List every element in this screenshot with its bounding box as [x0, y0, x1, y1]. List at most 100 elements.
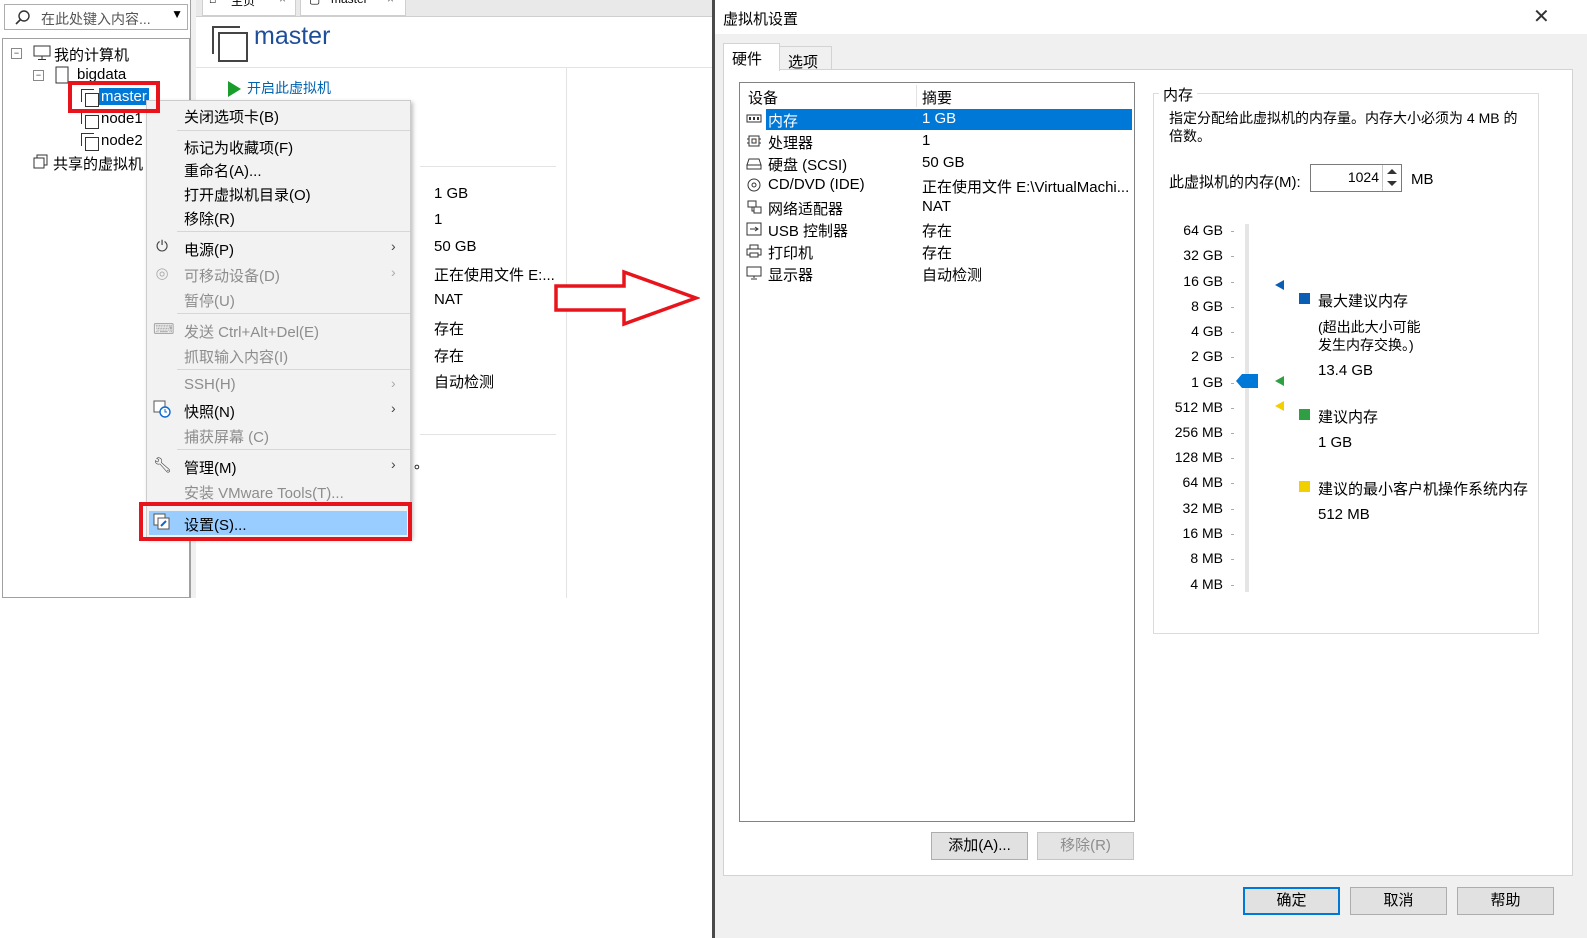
vm-settings-dialog: 虚拟机设置 ✕ 选项 硬件 设备 摘要 内存 1 GB 处理器 1 硬盘 (SC…	[712, 0, 1587, 938]
cancel-button[interactable]: 取消	[1350, 887, 1447, 915]
menu-separator	[177, 449, 410, 450]
column-header-summary[interactable]: 摘要	[922, 87, 952, 108]
menu-item-ssh[interactable]: SSH(H)	[184, 376, 236, 393]
device-summary-value: 存在	[434, 348, 465, 365]
device-name: 处理器	[768, 135, 814, 152]
device-row-usb[interactable]: USB 控制器 存在	[742, 219, 1132, 240]
collapse-icon[interactable]: −	[11, 48, 22, 59]
device-row-memory[interactable]: 内存 1 GB	[742, 109, 1132, 130]
device-name: 内存	[768, 113, 799, 130]
device-row-cpu[interactable]: 处理器 1	[742, 131, 1132, 152]
menu-item-power[interactable]: 电源(P)	[184, 239, 234, 260]
remove-device-button[interactable]: 移除(R)	[1037, 832, 1134, 860]
close-icon[interactable]: ×	[279, 0, 286, 6]
device-row-display[interactable]: 显示器 自动检测	[742, 263, 1132, 284]
removable-device-icon: ◎	[155, 265, 169, 282]
memory-size-stepper[interactable]: 1024	[1310, 164, 1402, 192]
device-summary: 自动检测	[922, 267, 983, 284]
scale-label: 64 GB	[1183, 222, 1223, 238]
memory-group-title: 内存	[1159, 84, 1198, 105]
menu-item-remove[interactable]: 移除(R)	[184, 208, 235, 229]
tab-home[interactable]: ⌂ 主页 ×	[202, 0, 296, 16]
device-row-hard-disk[interactable]: 硬盘 (SCSI) 50 GB	[742, 153, 1132, 174]
device-row-printer[interactable]: 打印机 存在	[742, 241, 1132, 262]
search-icon	[14, 9, 32, 30]
menu-item-pause[interactable]: 暂停(U)	[184, 290, 235, 311]
menu-item-capture-screen[interactable]: 捕获屏幕 (C)	[184, 426, 269, 447]
add-device-button[interactable]: 添加(A)...	[931, 832, 1028, 860]
scale-label: 128 MB	[1174, 449, 1223, 465]
scale-label: 32 GB	[1183, 247, 1223, 263]
scale-label: 512 MB	[1174, 399, 1223, 415]
menu-item-close-tab[interactable]: 关闭选项卡(B)	[184, 106, 279, 127]
snapshot-icon	[153, 400, 171, 422]
tab-hardware[interactable]: 硬件	[723, 43, 780, 71]
menu-separator	[177, 369, 410, 370]
memory-slider-thumb[interactable]	[1236, 373, 1258, 392]
menu-item-favorite[interactable]: 标记为收藏项(F)	[184, 137, 293, 158]
vm-title: master	[254, 22, 331, 50]
menu-item-send-ctrl-alt-del[interactable]: 发送 Ctrl+Alt+Del(E)	[184, 321, 319, 342]
column-header-device[interactable]: 设备	[748, 87, 778, 108]
spin-up-icon[interactable]	[1387, 169, 1397, 174]
spin-buttons[interactable]	[1382, 165, 1401, 191]
scale-tick	[1231, 282, 1234, 283]
scale-tick	[1231, 383, 1234, 384]
min-guest-marker	[1275, 401, 1284, 411]
printer-icon	[746, 244, 762, 258]
close-icon[interactable]: ✕	[1533, 4, 1550, 29]
menu-item-rename[interactable]: 重命名(A)...	[184, 160, 262, 181]
min-guest-value: 512 MB	[1318, 506, 1370, 523]
device-row-cd-dvd[interactable]: CD/DVD (IDE) 正在使用文件 E:\VirtualMachi...	[742, 175, 1132, 196]
scale-tick	[1231, 307, 1234, 308]
home-icon: ⌂	[209, 0, 216, 6]
scale-label: 16 GB	[1183, 273, 1223, 289]
vm-tab-bar: ⌂ 主页 × ▢ master ×	[196, 0, 712, 17]
annotation-highlight-box	[68, 81, 160, 113]
wrench-icon: 🔧︎	[153, 457, 173, 474]
tab-master[interactable]: ▢ master ×	[300, 0, 406, 16]
menu-item-grab-input[interactable]: 抓取输入内容(I)	[184, 346, 288, 367]
device-name: 硬盘 (SCSI)	[768, 157, 848, 174]
tab-options[interactable]: 选项	[779, 46, 832, 71]
device-summary: 存在	[922, 245, 953, 262]
device-row-network-adapter[interactable]: 网络适配器 NAT	[742, 197, 1132, 218]
scale-tick	[1231, 509, 1234, 510]
max-recommended-note: 发生内存交换。)	[1318, 337, 1414, 353]
chevron-down-icon[interactable]: ▼	[171, 7, 183, 21]
device-summary: NAT	[922, 198, 951, 215]
scale-label: 2 GB	[1191, 348, 1223, 364]
max-recommended-note: (超出此大小可能	[1318, 319, 1421, 335]
display-icon	[746, 266, 762, 280]
scale-label: 32 MB	[1182, 500, 1223, 516]
start-vm-link[interactable]: 开启此虚拟机	[228, 78, 331, 98]
device-summary-value: 1 GB	[434, 185, 469, 202]
menu-item-manage[interactable]: 管理(M)	[184, 457, 237, 478]
memory-icon	[746, 114, 762, 123]
device-summary-value: 正在使用文件 E:...	[434, 267, 555, 284]
library-search-box[interactable]: 在此处键入内容... ▼	[4, 4, 188, 30]
ok-button[interactable]: 确定	[1243, 887, 1340, 915]
spin-down-icon[interactable]	[1387, 181, 1397, 186]
device-name: 网络适配器	[768, 201, 844, 218]
vm-icon	[81, 133, 99, 151]
device-name: 显示器	[768, 267, 814, 284]
menu-item-snapshot[interactable]: 快照(N)	[184, 401, 235, 422]
scale-tick	[1231, 585, 1234, 586]
menu-item-open-dir[interactable]: 打开虚拟机目录(O)	[184, 184, 311, 205]
close-icon[interactable]: ×	[387, 0, 394, 6]
min-guest-label: 建议的最小客户机操作系统内存	[1318, 481, 1529, 498]
menu-separator	[177, 313, 410, 314]
scale-tick	[1231, 433, 1234, 434]
scale-tick	[1231, 357, 1234, 358]
scale-label: 256 MB	[1174, 424, 1223, 440]
device-summary: 正在使用文件 E:\VirtualMachi...	[922, 179, 1130, 196]
collapse-icon[interactable]: −	[33, 70, 44, 81]
device-summary-value: 存在	[434, 321, 465, 338]
divider	[420, 166, 556, 167]
divider	[566, 68, 567, 598]
menu-item-install-tools[interactable]: 安装 VMware Tools(T)...	[184, 482, 344, 503]
menu-item-removable-devices[interactable]: 可移动设备(D)	[184, 265, 280, 286]
memory-slider-track[interactable]	[1245, 224, 1249, 592]
help-button[interactable]: 帮助	[1457, 887, 1554, 915]
